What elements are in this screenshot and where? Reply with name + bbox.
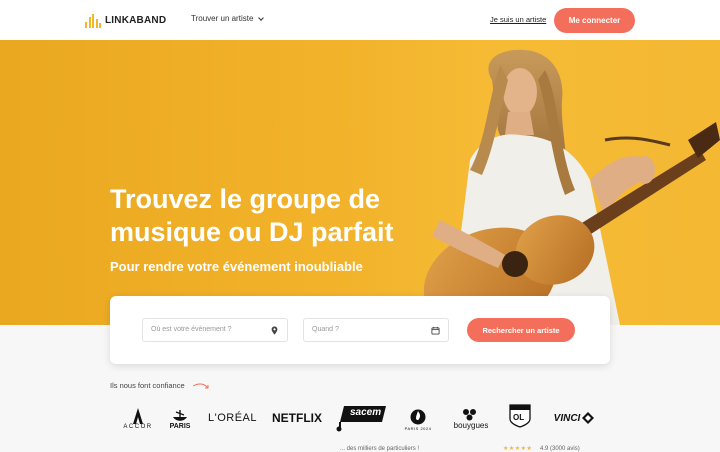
paris-logo: PARIS: [165, 404, 195, 434]
rating-stars: ★★★★★: [503, 446, 533, 452]
bouygues-circles-icon: [463, 409, 476, 421]
paris-text: PARIS: [169, 422, 191, 430]
vinci-text: VINCI: [553, 412, 581, 424]
loreal-logo: L'ORÉAL: [205, 410, 260, 426]
paris-ship-icon: [173, 409, 187, 421]
paris-2024-text: PARIS 2024: [404, 425, 432, 431]
date-input[interactable]: Quand ?: [303, 318, 449, 342]
location-placeholder: Où est votre évènement ?: [151, 326, 232, 333]
hero-title: Trouvez le groupe de musique ou DJ parfa…: [110, 184, 394, 247]
sacem-logo: sacem: [336, 404, 388, 432]
trust-label: Ils nous font confiance: [110, 381, 185, 390]
client-logos: ACCOR PARIS L'ORÉAL NETFLIX sacem PARIS …: [110, 400, 610, 436]
curved-arrow-icon: [192, 383, 209, 389]
sacem-text: sacem: [350, 407, 382, 418]
hero-subtitle: Pour rendre votre événement inoubliable: [110, 259, 363, 274]
vinci-logo: VINCI: [546, 409, 602, 427]
bouygues-text: bouygues: [453, 421, 489, 430]
bouygues-logo: bouygues: [448, 404, 494, 434]
logo-text: LINKABAND: [105, 15, 167, 26]
chevron-down-icon: [258, 14, 265, 21]
loreal-text: L'ORÉAL: [207, 412, 257, 424]
netflix-logo: NETFLIX: [272, 409, 322, 427]
calendar-icon: [431, 326, 440, 335]
accor-logo: ACCOR: [120, 404, 156, 434]
vinci-diamond-icon: [582, 412, 595, 424]
hero-banner: Trouvez le groupe de musique ou DJ parfa…: [0, 40, 720, 325]
top-navbar: LINKABAND Trouver un artiste Je suis un …: [0, 0, 720, 40]
netflix-text: NETFLIX: [272, 411, 322, 425]
social-proof-text: ... des milliers de particuliers !: [340, 446, 420, 452]
linkaband-logo[interactable]: LINKABAND: [85, 12, 166, 28]
find-artist-label: Trouver un artiste: [191, 14, 254, 23]
accor-text: ACCOR: [123, 424, 153, 430]
logo-bars-icon: [85, 14, 101, 28]
map-pin-icon: [271, 326, 278, 335]
find-artist-dropdown[interactable]: Trouver un artiste: [191, 14, 265, 23]
date-placeholder: Quand ?: [312, 326, 339, 333]
search-card: Où est votre évènement ? Quand ? Recherc…: [110, 296, 610, 364]
ol-text: OL: [513, 413, 525, 422]
location-input[interactable]: Où est votre évènement ?: [142, 318, 288, 342]
rating-text: 4.9 (3000 avis): [540, 446, 580, 452]
search-artist-button[interactable]: Rechercher un artiste: [467, 318, 575, 342]
accor-mark-icon: [133, 408, 143, 424]
ol-logo: OL: [508, 404, 532, 430]
olympic-flame-icon: [410, 409, 426, 424]
login-button[interactable]: Me connecter: [554, 8, 635, 33]
i-am-artist-link[interactable]: Je suis un artiste: [490, 15, 546, 24]
paris-2024-logo: PARIS 2024: [402, 403, 434, 435]
